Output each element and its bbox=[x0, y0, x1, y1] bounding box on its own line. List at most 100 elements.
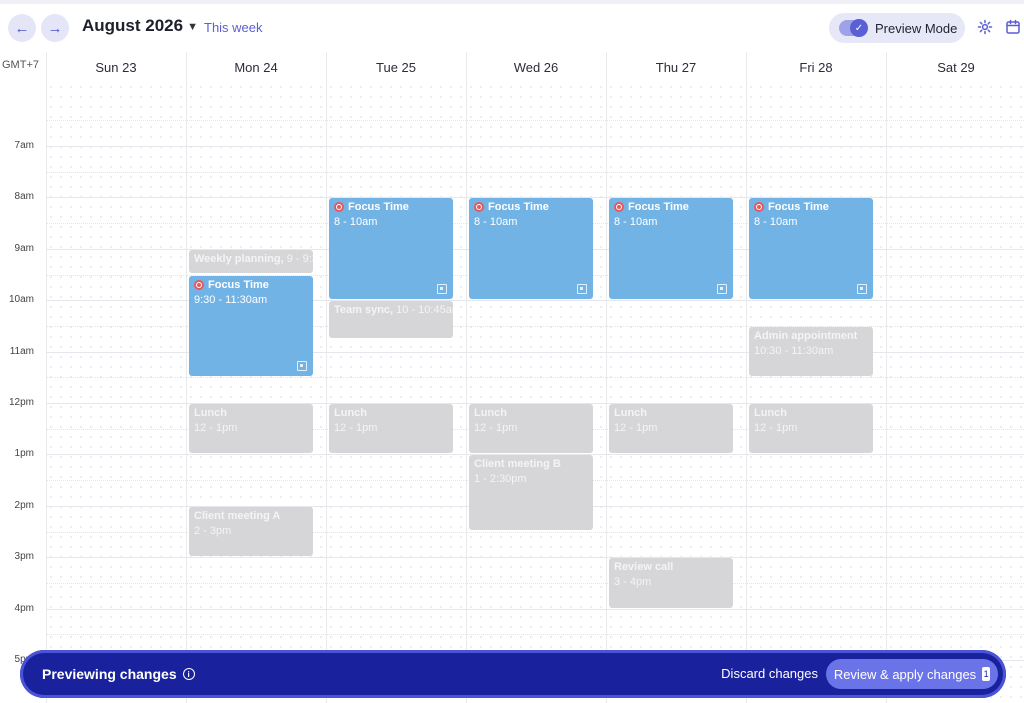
day-header[interactable]: Sun 23 bbox=[46, 60, 186, 75]
hour-line bbox=[46, 557, 1024, 559]
qr-code-icon bbox=[577, 284, 587, 295]
event-time: 8 - 10am bbox=[614, 216, 658, 229]
event-title: Review call bbox=[614, 561, 674, 574]
event-time: 12 - 1pm bbox=[754, 422, 798, 434]
qr-code-icon bbox=[437, 284, 447, 295]
focus-time-event[interactable]: Focus Time 9:30 - 11:30am bbox=[189, 275, 313, 377]
calendar-event[interactable]: Review call 3 - 4pm bbox=[609, 558, 733, 608]
hour-label: 10am bbox=[8, 294, 34, 306]
event-title: Weekly planning, bbox=[194, 252, 284, 265]
focus-time-event[interactable]: Focus Time 8 - 10am bbox=[329, 198, 453, 300]
event-title: Lunch bbox=[334, 407, 367, 419]
calendar-event[interactable]: Lunch 12 - 1pm bbox=[609, 404, 733, 454]
month-title: August 2026 bbox=[82, 16, 184, 35]
calendar-event[interactable]: Team sync, 10 - 10:45am bbox=[329, 301, 453, 338]
event-time: 8 - 10am bbox=[474, 216, 518, 229]
event-inline-text: Weekly planning, 9 - 9:30am bbox=[194, 252, 313, 265]
calendar-event[interactable]: Lunch 12 - 1pm bbox=[749, 404, 873, 454]
calendar-event[interactable]: Client meeting A 2 - 3pm bbox=[189, 506, 313, 557]
grid-dots bbox=[46, 82, 1024, 703]
event-title: Focus Time bbox=[768, 201, 829, 214]
day-header[interactable]: Tue 25 bbox=[326, 60, 466, 75]
gear-icon[interactable] bbox=[977, 19, 993, 35]
preview-mode-toggle[interactable]: ✓ Preview Mode bbox=[829, 13, 965, 43]
event-title-row: Focus Time bbox=[334, 201, 448, 213]
calendar-event[interactable]: Weekly planning, 9 - 9:30am bbox=[189, 249, 313, 274]
event-title: Focus Time bbox=[628, 201, 689, 214]
next-week-button[interactable]: → bbox=[41, 14, 69, 42]
event-time: 8 - 10am bbox=[334, 216, 378, 229]
event-time: 9:30 - 11:30am bbox=[194, 293, 268, 306]
event-title-row: Lunch bbox=[194, 407, 308, 419]
toggle-switch[interactable]: ✓ bbox=[839, 19, 868, 37]
event-time: 9 - 9:30am bbox=[286, 252, 313, 265]
event-title-row: Client meeting A bbox=[194, 510, 308, 522]
target-icon bbox=[194, 279, 204, 290]
calendar-event[interactable]: Lunch 12 - 1pm bbox=[469, 404, 593, 454]
event-inline-text: Team sync, 10 - 10:45am bbox=[334, 304, 453, 316]
qr-code-icon bbox=[297, 361, 307, 372]
calendar-event[interactable]: Lunch 12 - 1pm bbox=[189, 404, 313, 454]
hour-label: 7am bbox=[14, 140, 34, 151]
half-hour-line bbox=[46, 171, 1024, 173]
event-title-row: Focus Time bbox=[474, 201, 588, 213]
focus-time-event[interactable]: Focus Time 8 - 10am bbox=[609, 198, 733, 300]
event-time: 8 - 10am bbox=[754, 216, 798, 229]
calendar-header: ← → August 2026 ▼ This week ✓ Preview Mo… bbox=[0, 4, 1024, 52]
info-icon[interactable]: i bbox=[182, 668, 195, 680]
event-time: 12 - 1pm bbox=[194, 422, 238, 434]
event-title-row: Lunch bbox=[614, 407, 728, 419]
event-title-row: Focus Time bbox=[614, 201, 728, 213]
event-title: Lunch bbox=[474, 407, 507, 419]
focus-time-event[interactable]: Focus Time 8 - 10am bbox=[469, 198, 593, 300]
hour-label: 9am bbox=[14, 242, 34, 254]
event-time: 2 - 3pm bbox=[194, 524, 232, 537]
hour-label: 3pm bbox=[14, 551, 34, 563]
review-apply-changes-button[interactable]: Review & apply changes 1 bbox=[826, 659, 998, 689]
event-title: Lunch bbox=[754, 407, 787, 419]
half-hour-line bbox=[46, 120, 1024, 122]
focus-time-event[interactable]: Focus Time 8 - 10am bbox=[749, 198, 873, 300]
day-header[interactable]: Fri 28 bbox=[746, 60, 886, 75]
event-title: Lunch bbox=[194, 407, 227, 419]
qr-code-icon bbox=[717, 284, 727, 295]
preview-changes-bar: Previewing changes i Discard changes Rev… bbox=[20, 650, 1006, 698]
hour-label: 1pm bbox=[14, 448, 34, 460]
half-hour-line bbox=[46, 582, 1024, 584]
day-header[interactable]: Wed 26 bbox=[466, 60, 606, 75]
event-time: 12 - 1pm bbox=[614, 422, 658, 434]
timezone-label: GMT+7 bbox=[2, 59, 39, 71]
event-title: Focus Time bbox=[208, 278, 269, 291]
week-grid[interactable]: GMT+7 Sun 23 Mon 24 Tue 25 Wed 26 Thu 27 Fri … bbox=[0, 52, 1024, 703]
hour-label: 4pm bbox=[14, 602, 34, 614]
day-header[interactable]: Thu 27 bbox=[606, 60, 746, 75]
discard-changes-button[interactable]: Discard changes bbox=[721, 666, 818, 681]
this-week-link[interactable]: This week bbox=[204, 20, 263, 35]
prev-week-button[interactable]: ← bbox=[8, 14, 36, 42]
calendar-event[interactable]: Lunch 12 - 1pm bbox=[329, 404, 453, 454]
target-icon bbox=[474, 202, 484, 213]
event-title-row: Lunch bbox=[334, 407, 448, 419]
calendar-icon[interactable] bbox=[1005, 19, 1021, 35]
hour-label: 2pm bbox=[14, 499, 34, 511]
chevron-down-icon: ▼ bbox=[187, 21, 198, 33]
month-selector[interactable]: August 2026 ▼ bbox=[82, 16, 198, 36]
calendar-event[interactable]: Client meeting B 1 - 2:30pm bbox=[469, 455, 593, 531]
hour-label: 8am bbox=[14, 191, 34, 203]
check-icon: ✓ bbox=[850, 19, 868, 37]
day-header[interactable]: Mon 24 bbox=[186, 60, 326, 75]
previewing-changes-title: Previewing changes i bbox=[42, 666, 195, 682]
event-title-row: Review call bbox=[614, 561, 728, 573]
event-time: 10:30 - 11:30am bbox=[754, 344, 834, 357]
event-title: Client meeting B bbox=[474, 458, 561, 471]
day-header[interactable]: Sat 29 bbox=[886, 60, 1024, 75]
event-title: Lunch bbox=[614, 407, 647, 419]
event-title-row: Focus Time bbox=[194, 279, 308, 291]
target-icon bbox=[614, 202, 624, 213]
apply-count-badge: 1 bbox=[982, 667, 991, 681]
hour-label: 11am bbox=[9, 345, 34, 357]
hour-label: 12pm bbox=[8, 397, 34, 408]
half-hour-line bbox=[46, 634, 1024, 636]
arrow-left-icon: ← bbox=[14, 19, 30, 37]
calendar-event[interactable]: Admin appointment 10:30 - 11:30am bbox=[749, 326, 873, 377]
